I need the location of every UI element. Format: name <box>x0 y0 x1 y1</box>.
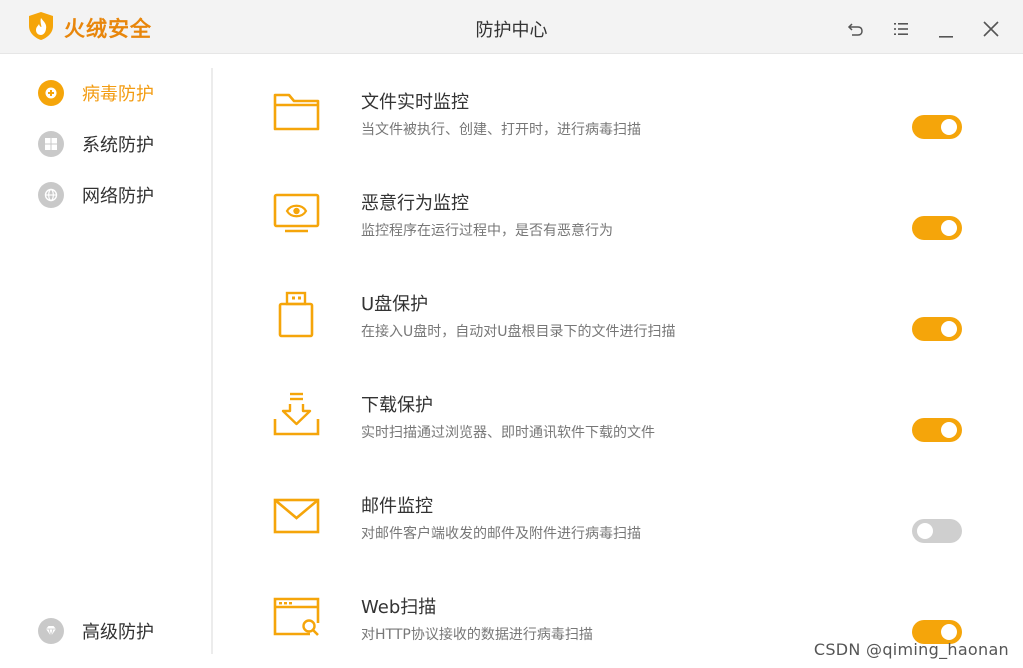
item-description: 监控程序在运行过程中，是否有恶意行为 <box>361 223 613 239</box>
usb-drive-icon <box>270 290 322 342</box>
back-icon <box>847 23 863 36</box>
sidebar-item-label: 系统防护 <box>82 135 154 156</box>
protection-item-behavior-monitor: 恶意行为监控 监控程序在运行过程中，是否有恶意行为 <box>270 189 970 269</box>
item-description: 实时扫描通过浏览器、即时通讯软件下载的文件 <box>361 425 655 441</box>
sidebar-item-virus-protection[interactable]: 病毒防护 <box>38 79 154 107</box>
toggle-knob <box>941 119 957 135</box>
item-description: 当文件被执行、创建、打开时，进行病毒扫描 <box>361 122 641 138</box>
item-title: 恶意行为监控 <box>361 193 469 214</box>
toggle-knob <box>941 321 957 337</box>
monitor-eye-icon <box>270 189 322 241</box>
sidebar-item-label: 高级防护 <box>82 622 154 643</box>
protection-item-usb-protection: U盘保护 在接入U盘时，自动对U盘根目录下的文件进行扫描 <box>270 290 970 370</box>
mail-monitor-toggle[interactable] <box>912 519 962 543</box>
back-button[interactable] <box>844 17 868 41</box>
item-description: 在接入U盘时，自动对U盘根目录下的文件进行扫描 <box>361 324 676 340</box>
sidebar-item-label: 病毒防护 <box>82 84 154 105</box>
behavior-monitor-toggle[interactable] <box>912 216 962 240</box>
item-description: 对邮件客户端收发的邮件及附件进行病毒扫描 <box>361 526 641 542</box>
sidebar-divider <box>211 68 213 654</box>
item-title: 文件实时监控 <box>361 92 469 113</box>
protection-item-mail-monitor: 邮件监控 对邮件客户端收发的邮件及附件进行病毒扫描 <box>270 492 970 572</box>
windows-icon <box>38 131 64 157</box>
menu-icon <box>894 23 908 35</box>
sidebar-item-network-protection[interactable]: 网络防护 <box>38 181 154 209</box>
item-title: U盘保护 <box>361 294 429 315</box>
diamond-icon <box>38 618 64 644</box>
item-title: Web扫描 <box>361 597 437 618</box>
menu-button[interactable] <box>889 17 913 41</box>
window-title: 防护中心 <box>475 20 548 41</box>
title-bar: 火绒安全 防护中心 <box>0 0 1023 54</box>
sidebar: 病毒防护 系统防护 网络防护 高级防护 <box>0 54 212 668</box>
toggle-knob <box>941 422 957 438</box>
toggle-knob <box>941 220 957 236</box>
usb-protection-toggle[interactable] <box>912 317 962 341</box>
item-title: 下载保护 <box>361 395 433 416</box>
mail-icon <box>270 492 322 544</box>
download-icon <box>270 391 322 443</box>
protection-item-file-monitor: 文件实时监控 当文件被执行、创建、打开时，进行病毒扫描 <box>270 88 970 168</box>
close-button[interactable] <box>979 17 1003 41</box>
minimize-icon <box>939 36 953 38</box>
protection-item-download-protection: 下载保护 实时扫描通过浏览器、即时通讯软件下载的文件 <box>270 391 970 471</box>
download-protection-toggle[interactable] <box>912 418 962 442</box>
file-monitor-toggle[interactable] <box>912 115 962 139</box>
globe-icon <box>38 182 64 208</box>
sidebar-item-system-protection[interactable]: 系统防护 <box>38 130 154 158</box>
virus-shield-icon <box>38 80 64 106</box>
minimize-button[interactable] <box>934 17 958 41</box>
watermark: CSDN @qiming_haonan <box>813 640 1009 659</box>
close-icon <box>983 21 999 37</box>
toggle-knob <box>941 624 957 640</box>
folder-icon <box>270 88 322 140</box>
web-scan-icon <box>270 593 322 645</box>
toggle-knob <box>917 523 933 539</box>
sidebar-item-advanced-protection[interactable]: 高级防护 <box>38 617 154 645</box>
item-description: 对HTTP协议接收的数据进行病毒扫描 <box>361 627 593 643</box>
item-title: 邮件监控 <box>361 496 433 517</box>
sidebar-item-label: 网络防护 <box>82 186 154 207</box>
